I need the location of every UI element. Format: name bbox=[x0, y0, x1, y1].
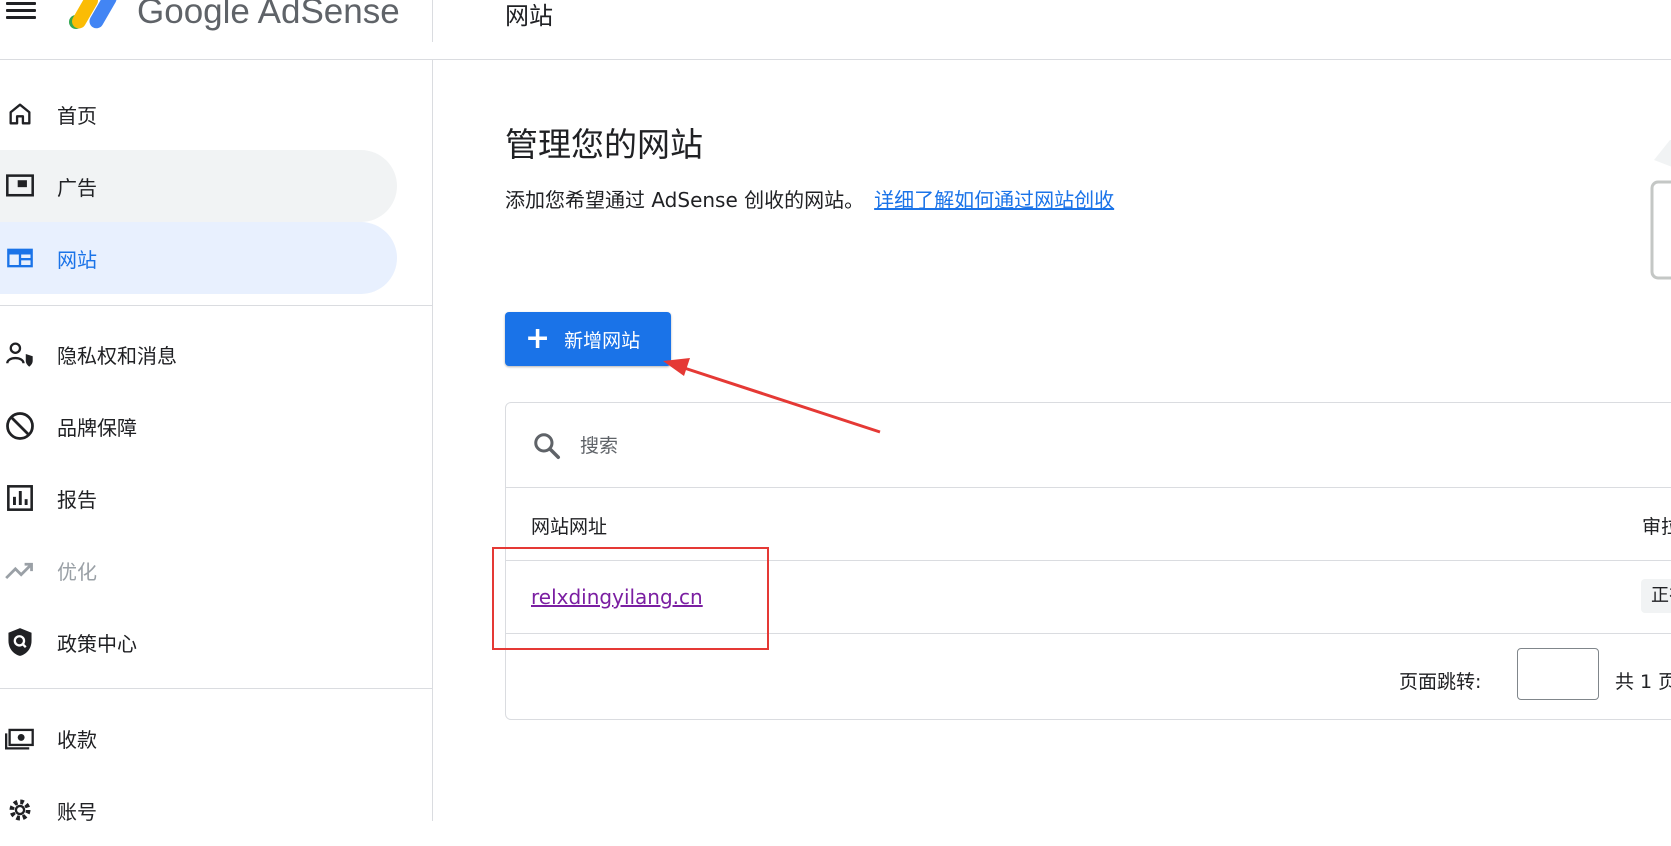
home-icon bbox=[4, 98, 36, 130]
page-jump-input[interactable] bbox=[1517, 648, 1599, 700]
illustration-icon bbox=[1650, 140, 1671, 280]
sidebar-item-label: 收款 bbox=[57, 727, 97, 752]
menu-icon[interactable] bbox=[6, 2, 36, 26]
add-site-label: 新增网站 bbox=[564, 329, 641, 352]
column-header-url[interactable]: 网站网址 bbox=[531, 512, 607, 539]
sidebar-item-reports[interactable]: 报告 bbox=[0, 462, 397, 534]
settings-icon bbox=[4, 794, 36, 826]
sidebar-item-ads[interactable]: 广告 bbox=[0, 150, 397, 222]
sidebar-item-label: 品牌保障 bbox=[57, 415, 137, 440]
sidebar-item-label: 隐私权和消息 bbox=[57, 343, 177, 368]
sidebar-item-label: 广告 bbox=[57, 175, 97, 200]
sidebar-item-label: 报告 bbox=[57, 487, 97, 512]
highlight-box bbox=[492, 547, 769, 650]
privacy-icon bbox=[4, 338, 36, 370]
page-description: 添加您希望通过 AdSense 创收的网站。 详细了解如何通过网站创收 bbox=[505, 184, 1114, 213]
page-title: 管理您的网站 bbox=[505, 125, 703, 164]
app-header: Google AdSense 网站 bbox=[0, 0, 1671, 60]
search-input[interactable] bbox=[578, 429, 1182, 463]
payments-icon bbox=[4, 722, 36, 754]
learn-more-link[interactable]: 详细了解如何通过网站创收 bbox=[874, 188, 1114, 212]
column-header-status[interactable]: 审拉 bbox=[1642, 512, 1671, 539]
sidebar-item-privacy[interactable]: 隐私权和消息 bbox=[0, 318, 397, 390]
page-total: 共 1 页 bbox=[1615, 671, 1671, 693]
sidebar-item-policy[interactable]: 政策中心 bbox=[0, 606, 397, 678]
sidebar-item-optimize[interactable]: 优化 bbox=[0, 534, 397, 606]
sidebar-item-account[interactable]: 账号 bbox=[0, 774, 397, 846]
header-page-title: 网站 bbox=[505, 2, 553, 30]
sidebar-item-label: 首页 bbox=[57, 103, 97, 128]
policy-icon bbox=[4, 626, 36, 658]
sidebar-item-payments[interactable]: 收款 bbox=[0, 702, 397, 774]
sidebar: 首页 广告 网站 隐私权和消息 品牌保障 报告 优化 政策中心 收款 账号 bbox=[0, 60, 433, 824]
logo-text[interactable]: Google AdSense bbox=[137, 0, 400, 32]
sidebar-item-label: 优化 bbox=[57, 559, 97, 584]
sidebar-item-label: 政策中心 bbox=[57, 631, 137, 656]
trending-icon bbox=[4, 554, 36, 586]
report-icon bbox=[4, 482, 36, 514]
sidebar-item-sites[interactable]: 网站 bbox=[0, 222, 397, 294]
sidebar-item-label: 账号 bbox=[57, 799, 97, 824]
block-icon bbox=[4, 410, 36, 442]
sidebar-divider bbox=[0, 305, 432, 306]
sidebar-item-label: 网站 bbox=[57, 247, 97, 272]
adsense-logo-icon[interactable] bbox=[68, 0, 120, 30]
ads-icon bbox=[4, 170, 36, 202]
plus-icon: + bbox=[525, 321, 551, 356]
sidebar-item-home[interactable]: 首页 bbox=[0, 78, 397, 150]
search-bar bbox=[506, 403, 1671, 488]
status-badge: 正在 bbox=[1641, 579, 1671, 613]
sites-icon bbox=[4, 242, 36, 274]
description-text: 添加您希望通过 AdSense 创收的网站。 bbox=[505, 188, 865, 212]
page-jump-label: 页面跳转: bbox=[1399, 671, 1482, 693]
search-icon[interactable] bbox=[532, 431, 562, 461]
header-divider bbox=[432, 0, 433, 42]
sidebar-divider bbox=[0, 688, 432, 689]
add-site-button[interactable]: + 新增网站 bbox=[505, 312, 671, 366]
sidebar-item-brand-safety[interactable]: 品牌保障 bbox=[0, 390, 397, 462]
